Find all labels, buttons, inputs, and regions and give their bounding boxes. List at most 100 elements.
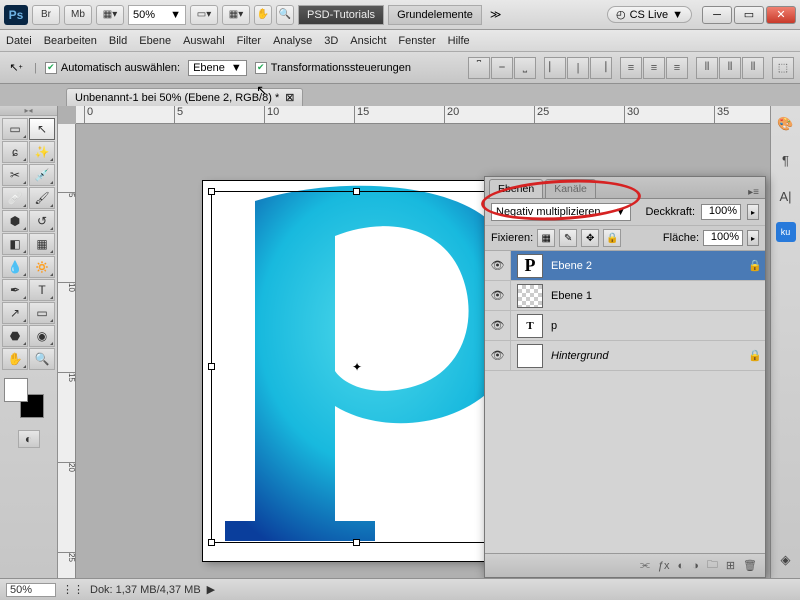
auto-select-checkbox[interactable]: ✔Automatisch auswählen: — [45, 62, 180, 74]
menu-3d[interactable]: 3D — [324, 35, 338, 47]
bridge-button[interactable]: Br — [32, 5, 60, 25]
pen-tool[interactable]: ✒ — [2, 279, 28, 301]
layer-thumb[interactable]: P — [517, 254, 543, 278]
move-tool[interactable]: ↖ — [29, 118, 55, 140]
layer-mask-icon[interactable]: ◐ — [678, 560, 685, 572]
magic-wand-tool[interactable]: ✨ — [29, 141, 55, 163]
extras-button[interactable]: ▦▾ — [222, 5, 250, 25]
menu-hilfe[interactable]: Hilfe — [448, 35, 470, 47]
delete-layer-icon[interactable]: 🗑 — [743, 559, 757, 572]
document-tab[interactable]: Unbenannt-1 bei 50% (Ebene 2, RGB/8) * ⊠ — [66, 88, 303, 106]
3d-tool[interactable]: ⬣ — [2, 325, 28, 347]
layer-thumb[interactable] — [517, 284, 543, 308]
dist-vcenter[interactable]: ≡ — [643, 57, 665, 79]
lock-transparent[interactable]: ▦ — [537, 229, 555, 247]
menu-auswahl[interactable]: Auswahl — [183, 35, 225, 47]
workspace-psd-tutorials[interactable]: PSD-Tutorials — [298, 5, 384, 25]
layer-row[interactable]: 👁 Hintergrund 🔒 — [485, 341, 765, 371]
zoom-tool[interactable]: 🔍 — [29, 348, 55, 370]
visibility-toggle[interactable]: 👁 — [485, 281, 511, 310]
quickmask-toggle[interactable]: ◐ — [18, 430, 40, 448]
brush-tool[interactable]: 🖌 — [29, 187, 55, 209]
align-right[interactable]: ⎹ — [590, 57, 612, 79]
visibility-toggle[interactable]: 👁 — [485, 341, 511, 370]
color-swatches[interactable] — [4, 378, 44, 418]
menu-ansicht[interactable]: Ansicht — [350, 35, 386, 47]
align-top[interactable]: ⎴ — [468, 57, 490, 79]
eyedropper-tool[interactable]: 💉 — [29, 164, 55, 186]
align-vcenter[interactable]: ⎯ — [491, 57, 513, 79]
maximize-button[interactable]: ▭ — [734, 6, 764, 24]
align-left[interactable]: ⎸ — [544, 57, 566, 79]
visibility-toggle[interactable]: 👁 — [485, 251, 511, 280]
layer-style-icon[interactable]: ƒx — [658, 560, 670, 572]
layer-row[interactable]: 👁 T p — [485, 311, 765, 341]
shape-tool[interactable]: ▭ — [29, 302, 55, 324]
hand-tool-button[interactable]: ✋ — [254, 5, 272, 25]
layer-thumb[interactable] — [517, 344, 543, 368]
layer-name[interactable]: Ebene 1 — [549, 290, 765, 302]
dist-right[interactable]: ⦀ — [742, 57, 764, 79]
transform-bounding-box[interactable]: ✦ — [211, 191, 503, 543]
toolbox-grip[interactable]: ▸◂ — [0, 106, 57, 116]
menu-analyse[interactable]: Analyse — [273, 35, 312, 47]
3d-camera-tool[interactable]: ◉ — [29, 325, 55, 347]
transform-center[interactable]: ✦ — [351, 361, 363, 373]
layer-name[interactable]: p — [549, 320, 765, 332]
crop-tool[interactable]: ✂ — [2, 164, 28, 186]
status-doc-info[interactable]: Dok: 1,37 MB/4,37 MB — [90, 584, 201, 596]
more-workspaces[interactable]: ≫ — [486, 8, 506, 21]
marquee-tool[interactable]: ▭ — [2, 118, 28, 140]
healing-tool[interactable]: 🩹 — [2, 187, 28, 209]
dock-character-icon[interactable]: A| — [776, 186, 796, 206]
gradient-tool[interactable]: ▦ — [29, 233, 55, 255]
menu-bearbeiten[interactable]: Bearbeiten — [44, 35, 97, 47]
menu-ebene[interactable]: Ebene — [139, 35, 171, 47]
close-doc-icon[interactable]: ⊠ — [285, 91, 294, 104]
tab-ebenen[interactable]: Ebenen — [489, 179, 543, 198]
menu-bild[interactable]: Bild — [109, 35, 127, 47]
hand-tool[interactable]: ✋ — [2, 348, 28, 370]
minibridge-button[interactable]: Mb — [64, 5, 92, 25]
layer-name[interactable]: Ebene 2 — [549, 260, 745, 272]
dodge-tool[interactable]: 🔅 — [29, 256, 55, 278]
panel-menu-icon[interactable]: ▸≡ — [742, 187, 765, 198]
auto-select-target-dropdown[interactable]: Ebene▼ — [188, 60, 247, 76]
layers-panel[interactable]: Ebenen Kanäle ▸≡ Negativ multiplizieren▼… — [484, 176, 766, 578]
path-select-tool[interactable]: ↗ — [2, 302, 28, 324]
handle-bc[interactable] — [353, 539, 360, 546]
workspace-grundelemente[interactable]: Grundelemente — [388, 5, 482, 25]
lock-pixels[interactable]: ✎ — [559, 229, 577, 247]
menu-datei[interactable]: Datei — [6, 35, 32, 47]
arrange-docs-button[interactable]: ▦▾ — [96, 5, 124, 25]
zoom-tool-button[interactable]: 🔍 — [276, 5, 294, 25]
tab-kanaele[interactable]: Kanäle — [545, 179, 596, 198]
fill-slider-toggle[interactable]: ▸ — [747, 230, 759, 246]
layer-name[interactable]: Hintergrund — [549, 350, 745, 362]
minimize-button[interactable]: ─ — [702, 6, 732, 24]
eraser-tool[interactable]: ◧ — [2, 233, 28, 255]
type-tool[interactable]: T — [29, 279, 55, 301]
close-button[interactable]: ✕ — [766, 6, 796, 24]
dist-left[interactable]: ⦀ — [696, 57, 718, 79]
dock-paragraph-icon[interactable]: ¶ — [776, 150, 796, 170]
blur-tool[interactable]: 💧 — [2, 256, 28, 278]
layer-thumb[interactable]: T — [517, 314, 543, 338]
status-zoom-input[interactable]: 50% — [6, 583, 56, 597]
dist-hcenter[interactable]: ⦀ — [719, 57, 741, 79]
cs-live-button[interactable]: ◴ CS Live ▼ — [607, 6, 692, 23]
screen-mode-button[interactable]: ▭▾ — [190, 5, 218, 25]
fill-input[interactable]: 100% — [703, 230, 743, 246]
auto-align[interactable]: ⬚ — [772, 57, 794, 79]
handle-ml[interactable] — [208, 363, 215, 370]
handle-bl[interactable] — [208, 539, 215, 546]
opacity-slider-toggle[interactable]: ▸ — [747, 204, 759, 220]
lock-position[interactable]: ✥ — [581, 229, 599, 247]
status-info-toggle[interactable]: ▶ — [207, 583, 215, 596]
history-brush-tool[interactable]: ↺ — [29, 210, 55, 232]
layer-row[interactable]: 👁 P Ebene 2 🔒 — [485, 251, 765, 281]
dock-layers-icon[interactable]: ◈ — [776, 550, 796, 570]
menu-fenster[interactable]: Fenster — [398, 35, 435, 47]
transform-controls-checkbox[interactable]: ✔Transformationssteuerungen — [255, 62, 411, 74]
link-layers-icon[interactable]: ⫘ — [640, 559, 650, 572]
